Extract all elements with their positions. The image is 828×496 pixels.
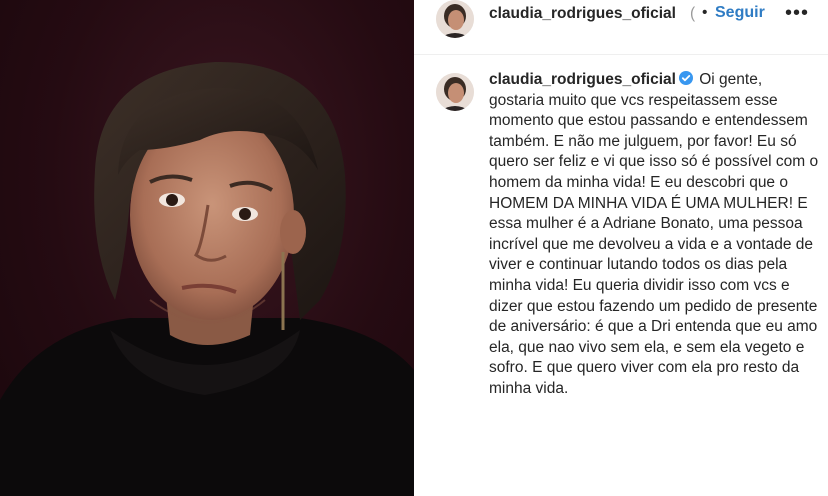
post-photo[interactable] (0, 0, 414, 496)
portrait-illustration (0, 61, 414, 496)
more-options-icon[interactable]: ••• (782, 2, 812, 26)
follow-button[interactable]: Seguir (715, 4, 765, 22)
post-header: claudia_rodrigues_oficial ( • Seguir ••• (414, 0, 828, 55)
caption-avatar[interactable] (436, 73, 474, 111)
avatar-photo-icon (436, 73, 474, 111)
avatar-photo-icon (436, 0, 474, 38)
header-avatar[interactable] (436, 0, 474, 38)
caption-comment: claudia_rodrigues_oficial Oi gente, gost… (414, 55, 828, 496)
header-separator: • (702, 4, 708, 21)
username-truncation: ( (690, 5, 696, 22)
verified-badge-icon (678, 71, 693, 85)
post-details-panel: claudia_rodrigues_oficial ( • Seguir •••… (414, 0, 828, 496)
caption-text-block: claudia_rodrigues_oficial Oi gente, gost… (489, 70, 819, 400)
instagram-post: claudia_rodrigues_oficial ( • Seguir •••… (0, 0, 828, 496)
caption-body: Oi gente, gostaria muito que vcs respeit… (489, 71, 819, 397)
header-username[interactable]: claudia_rodrigues_oficial (489, 5, 676, 23)
caption-username[interactable]: claudia_rodrigues_oficial (489, 71, 676, 88)
